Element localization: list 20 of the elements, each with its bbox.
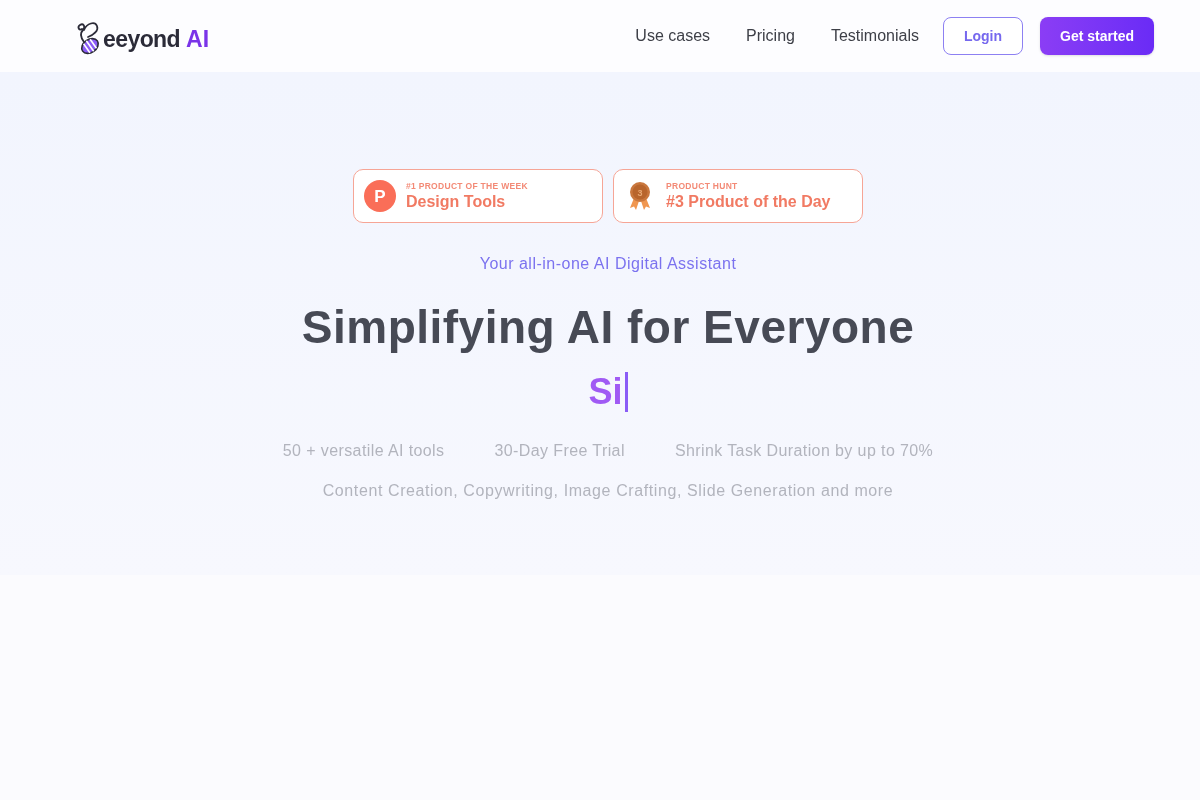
badge-title: Design Tools xyxy=(406,191,507,212)
brand-logo[interactable]: eeyond AI xyxy=(75,20,210,56)
badge-eyebrow: PRODUCT HUNT xyxy=(666,180,739,192)
login-button[interactable]: Login xyxy=(942,17,1024,55)
feature-text: 50 + versatile AI tools xyxy=(282,441,445,461)
product-hunt-logo-icon: P xyxy=(364,180,396,212)
nav-link[interactable]: Pricing xyxy=(746,24,795,48)
logo-accent-text: AI xyxy=(186,28,210,51)
nav-link[interactable]: Use cases xyxy=(635,24,711,48)
typewriter-text: Si xyxy=(588,370,623,414)
feature-text: 30-Day Free Trial xyxy=(494,441,625,461)
feature-description: Content Creation, Copywriting, Image Crafting, Slide Generation and more xyxy=(322,481,894,501)
badge-eyebrow: #1 PRODUCT OF THE WEEK xyxy=(406,180,528,192)
nav-link[interactable]: Testimonials xyxy=(830,24,919,48)
logo-text: eeyond xyxy=(103,28,181,51)
get-started-button[interactable]: Get started xyxy=(1040,17,1154,55)
tagline: Your all-in-one AI Digital Assistant xyxy=(479,254,737,274)
badge-title: #3 Product of the Day xyxy=(666,191,831,212)
feature-text: Shrink Task Duration by up to 70% xyxy=(674,441,934,461)
hero-title: Simplifying AI for Everyone xyxy=(301,300,915,354)
